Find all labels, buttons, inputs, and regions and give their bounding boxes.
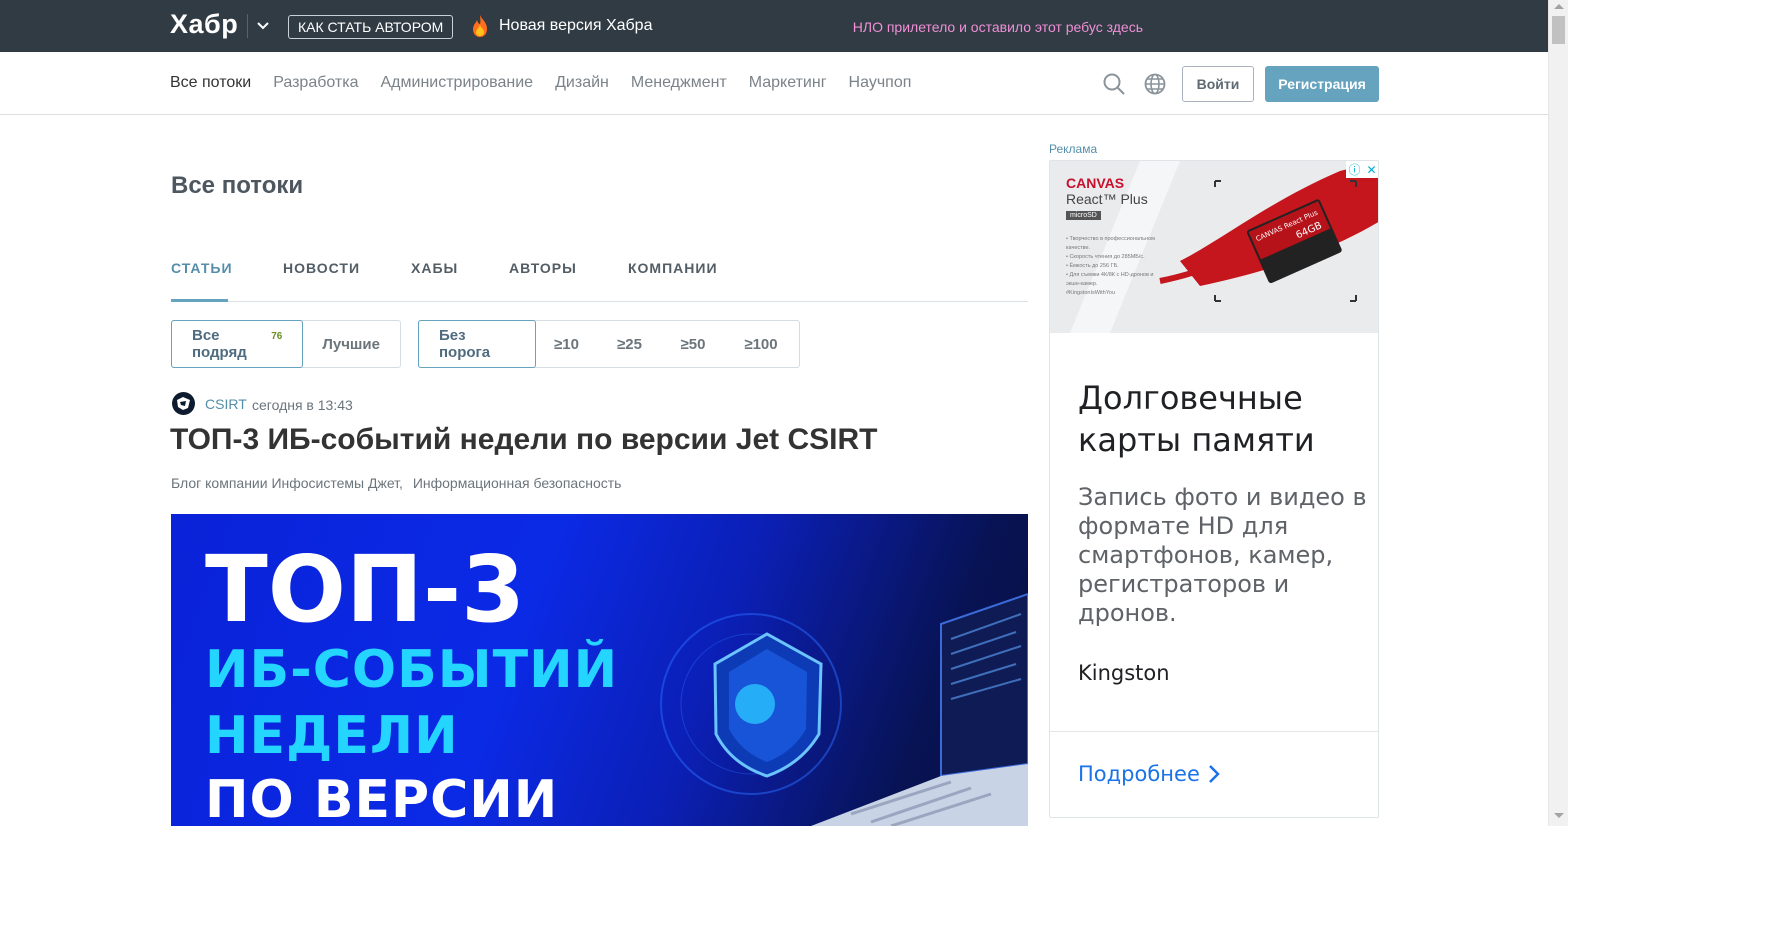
globe-icon[interactable] — [1144, 73, 1166, 95]
cover-line-4: ПО ВЕРСИИ — [205, 770, 559, 826]
publish-time: сегодня в 13:43 — [252, 397, 353, 413]
ad-card[interactable]: CANVAS React Plus 64GB CANVAS React™ Plu… — [1049, 160, 1379, 818]
fire-icon — [473, 15, 487, 37]
threshold-filter-group: Без порога ≥10 ≥25 ≥50 ≥100 — [418, 320, 800, 368]
ad-close-icon[interactable]: ✕ — [1363, 161, 1378, 178]
nav-item-design[interactable]: Дизайн — [555, 74, 609, 92]
ad-product-name: React™ Plus — [1066, 191, 1148, 207]
filter-all[interactable]: Все подряд 76 — [171, 320, 304, 368]
nav-item-popsci[interactable]: Научпоп — [849, 74, 912, 92]
ad-image[interactable]: CANVAS React Plus 64GB CANVAS React™ Plu… — [1050, 161, 1378, 333]
nav-item-all-flows[interactable]: Все потоки — [170, 74, 251, 92]
hub-link[interactable]: Информационная безопасность — [413, 475, 622, 491]
topbar: Хабр КАК СТАТЬ АВТОРОМ Новая версия Хабр… — [0, 0, 1548, 52]
article-hubs: Блог компании Инфосистемы Джет, Информац… — [171, 475, 627, 491]
tab-authors[interactable]: АВТОРЫ — [509, 260, 577, 276]
new-count-badge: 76 — [271, 330, 283, 342]
cover-line-1: ТОП-3 — [205, 536, 526, 643]
ad-more-label: Подробнее — [1078, 762, 1200, 786]
cover-line-3: НЕДЕЛИ — [205, 706, 459, 766]
ad-controls: ⓘ ✕ — [1346, 161, 1378, 178]
ad-description: Запись фото и видео в формате HD для сма… — [1078, 483, 1367, 627]
scroll-up-arrow[interactable] — [1554, 4, 1564, 9]
login-button[interactable]: Войти — [1182, 66, 1254, 102]
article-cover-image[interactable]: ТОП-3 ИБ-СОБЫТИЙ НЕДЕЛИ ПО ВЕРСИИ — [171, 514, 1028, 826]
page-title: Все потоки — [171, 172, 304, 199]
chevron-down-icon[interactable] — [255, 18, 271, 34]
ad-more-link[interactable]: Подробнее — [1078, 762, 1220, 786]
nav-item-marketing[interactable]: Маркетинг — [749, 74, 827, 92]
ad-microsd-badge: microSD — [1066, 211, 1101, 220]
how-to-become-author-button[interactable]: КАК СТАТЬ АВТОРОМ — [288, 15, 454, 39]
nav-item-development[interactable]: Разработка — [273, 74, 358, 92]
rating-filter-group: Все подряд 76 Лучшие — [171, 320, 401, 368]
cover-line-2: ИБ-СОБЫТИЙ — [205, 640, 619, 700]
nav-item-admin[interactable]: Администрирование — [381, 74, 534, 92]
page-scrollbar[interactable] — [1548, 0, 1568, 826]
author-name[interactable]: CSIRT — [205, 396, 247, 412]
filter-all-label: Все подряд — [192, 327, 247, 361]
main-nav: Все потоки Разработка Администрирование … — [0, 52, 1548, 115]
scroll-down-arrow[interactable] — [1554, 813, 1564, 818]
content-tabs: СТАТЬИ НОВОСТИ ХАБЫ АВТОРЫ КОМПАНИИ — [171, 260, 1028, 302]
filter-best[interactable]: Лучшие — [302, 321, 400, 367]
ufo-puzzle-link[interactable]: НЛО прилетело и оставило этот ребус здес… — [853, 19, 1143, 35]
ad-brand: CANVAS — [1066, 175, 1125, 191]
tab-companies[interactable]: КОМПАНИИ — [628, 260, 718, 276]
hub-link[interactable]: Блог компании Инфосистемы Джет, — [171, 475, 403, 491]
new-version-link[interactable]: Новая версия Хабра — [499, 17, 652, 35]
ad-advertiser: Kingston — [1078, 661, 1170, 685]
ad-info-icon[interactable]: ⓘ — [1346, 161, 1363, 178]
search-icon[interactable] — [1103, 73, 1125, 95]
register-button[interactable]: Регистрация — [1265, 66, 1379, 102]
chevron-right-icon — [1208, 765, 1220, 783]
ad-headline[interactable]: Долговечные карты памяти — [1078, 377, 1358, 461]
habr-logo[interactable]: Хабр — [170, 9, 238, 40]
article-title[interactable]: ТОП-3 ИБ-событий недели по версии Jet CS… — [170, 423, 877, 457]
tab-articles[interactable]: СТАТЬИ — [171, 260, 233, 276]
ad-divider — [1050, 731, 1378, 732]
filter-threshold-10[interactable]: ≥10 — [535, 321, 598, 367]
scroll-thumb[interactable] — [1552, 16, 1565, 44]
ad-bullets: • Творчество в профессиональном качестве… — [1066, 236, 1155, 296]
filter-threshold-50[interactable]: ≥50 — [661, 321, 725, 367]
logo-divider — [247, 14, 248, 38]
author-avatar[interactable] — [172, 392, 195, 415]
active-tab-indicator — [171, 299, 228, 302]
filter-threshold-25[interactable]: ≥25 — [598, 321, 661, 367]
tab-hubs[interactable]: ХАБЫ — [411, 260, 458, 276]
ad-label: Реклама — [1049, 142, 1098, 156]
filter-threshold-100[interactable]: ≥100 — [725, 321, 797, 367]
nav-item-management[interactable]: Менеджмент — [631, 74, 727, 92]
filter-no-threshold[interactable]: Без порога — [418, 320, 536, 368]
tab-news[interactable]: НОВОСТИ — [283, 260, 360, 276]
